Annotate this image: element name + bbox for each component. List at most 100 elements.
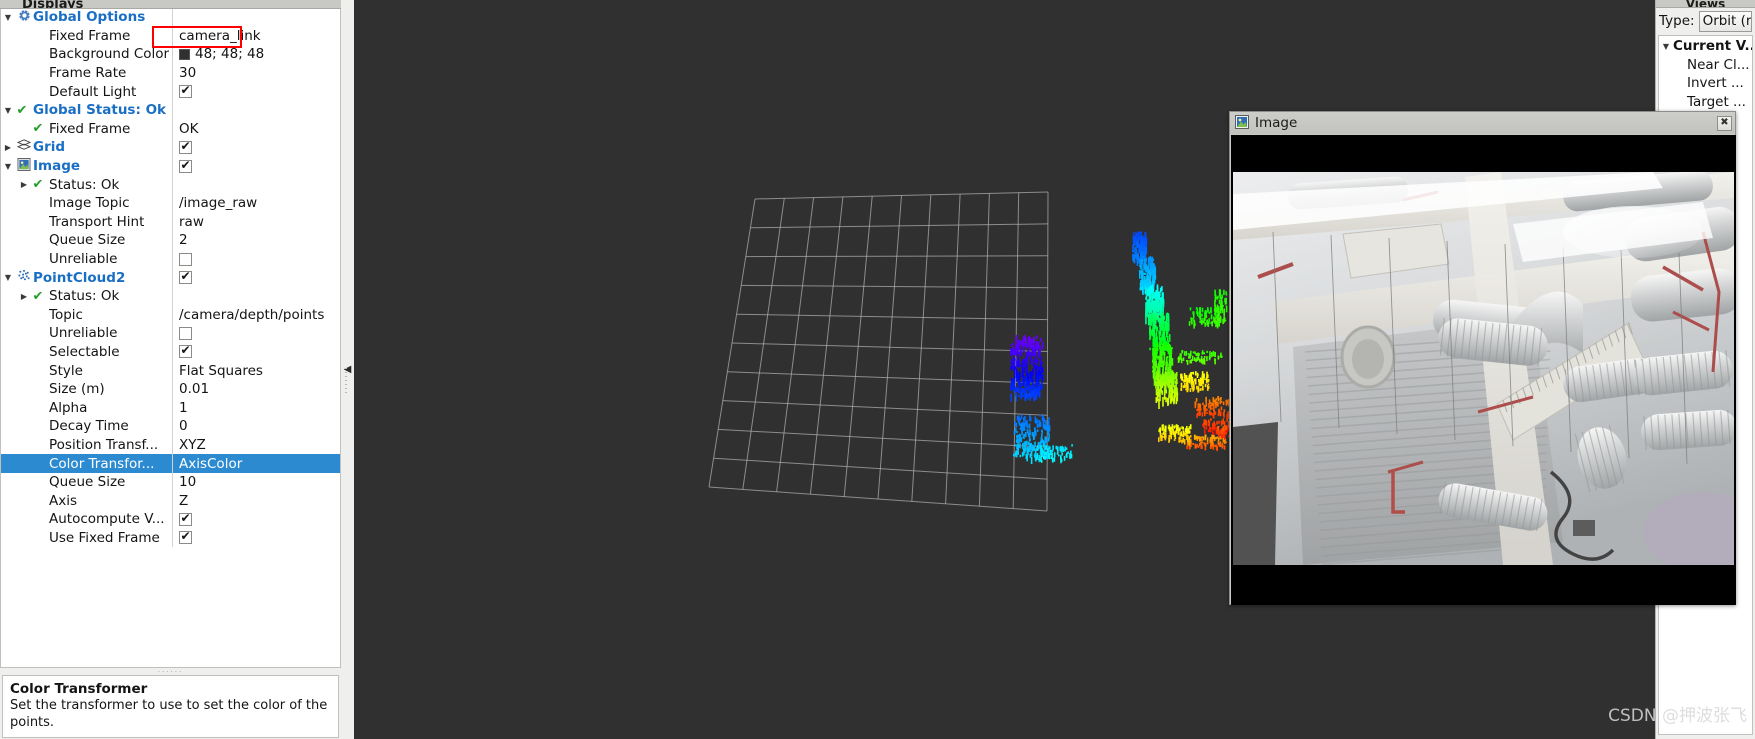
- property-row[interactable]: Selectable: [1, 342, 340, 362]
- displays-panel-title: Displays: [0, 0, 341, 9]
- property-row[interactable]: PointCloud2: [1, 268, 340, 287]
- property-value-cell[interactable]: [173, 9, 340, 27]
- property-label: Status: Ok: [49, 288, 120, 305]
- property-value-cell[interactable]: [173, 175, 340, 194]
- property-name-cell: Background Color: [1, 45, 173, 64]
- property-row[interactable]: Transport Hint raw: [1, 212, 340, 232]
- property-row[interactable]: ✔ Status: Ok: [1, 175, 340, 194]
- property-row[interactable]: Background Color 48; 48; 48: [1, 45, 340, 64]
- property-value-cell[interactable]: [173, 529, 340, 548]
- property-row[interactable]: Grid: [1, 138, 340, 157]
- image-window-titlebar[interactable]: Image ✖: [1230, 112, 1735, 134]
- property-name-cell: ✔ Status: Ok: [1, 175, 173, 194]
- property-row[interactable]: Size (m) 0.01: [1, 379, 340, 399]
- property-row[interactable]: Fixed Frame camera_link: [1, 26, 340, 46]
- property-value-cell[interactable]: XYZ: [173, 436, 340, 455]
- property-row[interactable]: Frame Rate 30: [1, 63, 340, 83]
- property-value-cell[interactable]: /camera/depth/points: [173, 306, 340, 325]
- property-row[interactable]: Style Flat Squares: [1, 361, 340, 380]
- property-row[interactable]: Unreliable: [1, 324, 340, 343]
- property-value-cell[interactable]: 30: [173, 64, 340, 83]
- property-value-cell[interactable]: [173, 324, 340, 343]
- property-name-cell: PointCloud2: [1, 268, 173, 287]
- property-value-cell[interactable]: [173, 157, 340, 176]
- checkbox[interactable]: [179, 343, 192, 359]
- checkbox[interactable]: [179, 252, 192, 266]
- checkbox[interactable]: [179, 83, 192, 99]
- checkbox[interactable]: [179, 529, 192, 545]
- property-row[interactable]: Color Transfor... AxisColor: [1, 454, 340, 473]
- chevron-down-icon[interactable]: [1, 273, 15, 282]
- view-type-combo[interactable]: Orbit (rv: [1698, 10, 1752, 32]
- image-display-window[interactable]: Image ✖: [1229, 111, 1736, 605]
- property-value-cell[interactable]: OK: [173, 120, 340, 139]
- panel-splitter-handle[interactable]: ······: [0, 668, 341, 676]
- property-row[interactable]: Image: [1, 156, 340, 176]
- property-row[interactable]: Autocompute V...: [1, 510, 340, 529]
- property-row[interactable]: Default Light: [1, 82, 340, 101]
- property-value: 0: [179, 418, 188, 435]
- property-name-cell: ✔ Status: Ok: [1, 286, 173, 306]
- checkbox[interactable]: [179, 139, 192, 154]
- property-row[interactable]: Global Options: [1, 9, 340, 27]
- property-value-cell[interactable]: [173, 510, 340, 529]
- property-row[interactable]: Use Fixed Frame: [1, 528, 340, 548]
- displays-panel: Displays Global OptionsFixed Framecamera…: [0, 0, 341, 739]
- property-value-cell[interactable]: 0.01: [173, 380, 340, 399]
- view-property-row[interactable]: ▼ Current V...: [1659, 37, 1752, 56]
- checkbox[interactable]: [179, 326, 192, 340]
- property-value-cell[interactable]: /image_raw: [173, 194, 340, 213]
- chevron-right-icon[interactable]: [17, 180, 31, 189]
- view-property-row[interactable]: Invert ...: [1659, 74, 1752, 93]
- property-row[interactable]: Image Topic/image_raw: [1, 193, 340, 213]
- property-row[interactable]: Axis Z: [1, 491, 340, 511]
- property-value-cell[interactable]: [173, 138, 340, 157]
- property-value-cell[interactable]: [173, 82, 340, 101]
- property-value-cell[interactable]: raw: [173, 213, 340, 232]
- chevron-down-icon[interactable]: [1, 13, 15, 22]
- property-value-cell[interactable]: Flat Squares: [173, 361, 340, 380]
- property-value-cell[interactable]: [173, 101, 340, 120]
- property-row[interactable]: ✔ Global Status: Ok: [1, 100, 340, 120]
- chevron-right-icon[interactable]: [1, 143, 15, 152]
- property-row[interactable]: Decay Time 0: [1, 417, 340, 436]
- property-row[interactable]: Position Transf... XYZ: [1, 435, 340, 455]
- property-value-cell[interactable]: [173, 287, 340, 306]
- view-type-row: Type: Orbit (rv: [1656, 8, 1755, 34]
- property-value-cell[interactable]: 2: [173, 231, 340, 250]
- property-value-cell[interactable]: 48; 48; 48: [173, 45, 340, 64]
- view-property-row[interactable]: Target ...: [1659, 93, 1752, 112]
- property-value-cell[interactable]: [173, 343, 340, 362]
- checkbox[interactable]: [179, 269, 192, 285]
- chevron-down-icon[interactable]: [1, 106, 15, 115]
- property-row[interactable]: Alpha 1: [1, 398, 340, 418]
- property-label: Unreliable: [49, 251, 118, 268]
- checkbox[interactable]: [179, 511, 192, 526]
- color-swatch[interactable]: [179, 48, 190, 60]
- property-value-cell[interactable]: 1: [173, 398, 340, 417]
- property-row[interactable]: ✔ Status: Ok: [1, 286, 340, 306]
- close-icon[interactable]: ✖: [1717, 115, 1732, 131]
- property-value-cell[interactable]: camera_link: [173, 27, 340, 46]
- property-value-cell[interactable]: 10: [173, 473, 340, 492]
- property-row[interactable]: ✔ Fixed Frame OK: [1, 119, 340, 139]
- property-row[interactable]: Queue Size 2: [1, 231, 340, 250]
- property-value-cell[interactable]: [173, 250, 340, 269]
- property-row[interactable]: Topic/camera/depth/points: [1, 305, 340, 325]
- property-row[interactable]: Unreliable: [1, 249, 340, 269]
- view-property-row[interactable]: Near Cl...: [1659, 56, 1752, 75]
- chevron-down-icon[interactable]: [1, 162, 15, 171]
- property-value-cell[interactable]: 0: [173, 417, 340, 436]
- property-value-cell[interactable]: [173, 268, 340, 287]
- view-property-label: Current V...: [1673, 38, 1752, 55]
- chevron-right-icon[interactable]: [17, 292, 31, 301]
- property-value-cell[interactable]: AxisColor: [173, 454, 340, 473]
- property-label: Position Transf...: [49, 436, 159, 453]
- panel-collapse-handle[interactable]: ◀: [341, 0, 354, 739]
- chevron-down-icon[interactable]: ▼: [1659, 42, 1673, 51]
- checkbox[interactable]: [179, 158, 192, 173]
- displays-tree[interactable]: Global OptionsFixed Framecamera_linkBack…: [0, 9, 341, 668]
- property-value-cell[interactable]: Z: [173, 491, 340, 510]
- property-name-cell: Selectable: [1, 342, 173, 362]
- property-row[interactable]: Queue Size 10: [1, 472, 340, 492]
